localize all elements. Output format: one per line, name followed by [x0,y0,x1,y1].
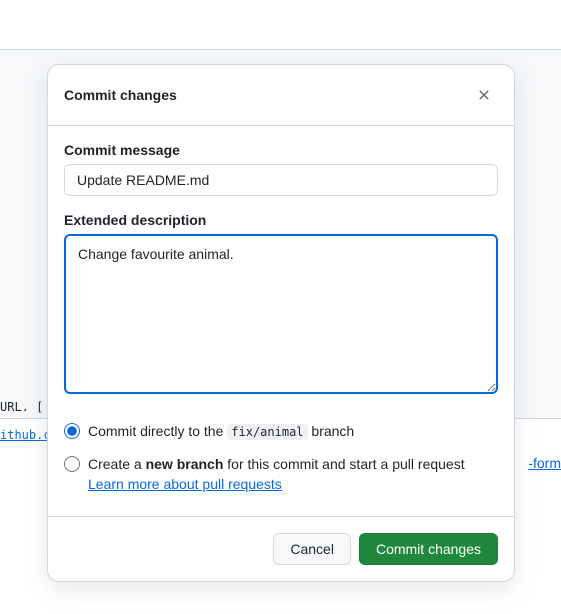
dialog-title: Commit changes [64,87,177,103]
dialog-footer: Cancel Commit changes [48,516,514,581]
commit-direct-label: Commit directly to the fix/animal branch [88,421,498,442]
commit-changes-dialog: Commit changes Commit message Extended d… [47,64,515,582]
branch-name-code: fix/animal [227,424,307,440]
background-link-left: ithub.c [0,428,51,442]
extended-description-textarea[interactable]: Change favourite animal. [64,234,498,394]
extended-description-label: Extended description [64,212,498,228]
close-icon [476,87,492,103]
learn-more-link[interactable]: Learn more about pull requests [88,476,282,492]
branch-choice-group: Commit directly to the fix/animal branch… [64,415,498,500]
background-link-right: -form [528,455,561,471]
background-url-label: URL. [ [0,400,43,414]
close-button[interactable] [470,81,498,109]
cancel-button[interactable]: Cancel [273,533,351,565]
commit-message-label: Commit message [64,142,498,158]
create-branch-label: Create a new branch for this commit and … [88,454,498,494]
create-branch-radio[interactable] [64,456,80,472]
commit-message-input[interactable] [64,164,498,196]
commit-changes-button[interactable]: Commit changes [359,533,498,565]
commit-direct-radio[interactable] [64,423,80,439]
dialog-header: Commit changes [48,65,514,126]
dialog-body: Commit message Extended description Chan… [48,126,514,516]
